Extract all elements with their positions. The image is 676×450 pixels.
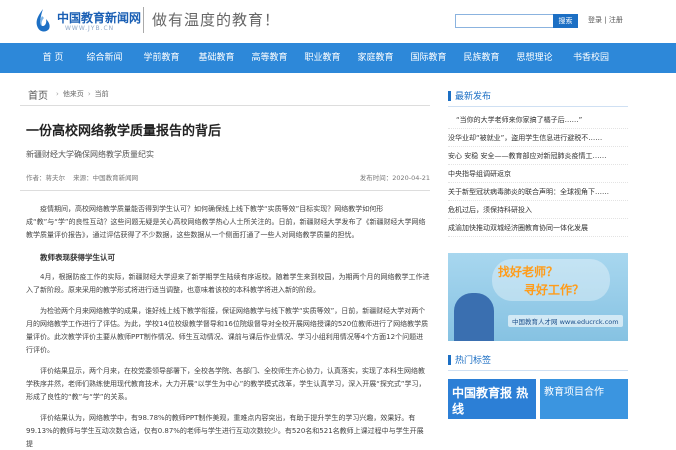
nav-theory[interactable]: 思想理论 [508, 43, 561, 73]
main-nav: 首 页 综合新闻 学前教育 基础教育 高等教育 职业教育 家庭教育 国际教育 民… [0, 43, 676, 73]
site-slogan: 做有温度的教育！ [143, 7, 280, 33]
nav-higher-edu[interactable]: 高等教育 [243, 43, 296, 73]
meta-divider [20, 190, 430, 191]
banner-person-figure [454, 293, 494, 341]
nav-ethnic[interactable]: 民族教育 [455, 43, 508, 73]
article-source: 来源：中国教育新闻网 [73, 174, 139, 182]
breadcrumb-divider [20, 105, 430, 106]
login-link[interactable]: 登录 [588, 16, 602, 24]
article-title: 一份高校网络教学质量报告的背后 [26, 124, 222, 139]
title-bar-icon [448, 354, 451, 365]
nav-basic-edu[interactable]: 基础教育 [190, 43, 243, 73]
latest-title-text: 最新发布 [455, 92, 492, 102]
tag-card[interactable]: 教育项目合作 [540, 379, 628, 419]
search-button[interactable]: 搜索 [553, 14, 578, 28]
news-item[interactable]: 关于新型冠状病毒肺炎的联合声明：全球视角下…… [448, 183, 628, 201]
latest-section-title: 最新发布 [448, 85, 628, 107]
article-paragraph: 疫情期间，高校网络教学质量能否得到学生认可？如何确保线上线下教学“实质等效”目标… [26, 205, 426, 239]
latest-news-list: “当你的大学老师来你家搞了橘子后……” 没华业却“被就业”，盗用学生信息进行避税… [448, 111, 628, 237]
site-logo[interactable]: 中国教育新闻网 WWW.JYB.CN [33, 6, 143, 36]
nav-international[interactable]: 国际教育 [402, 43, 455, 73]
sidebar: 最新发布 “当你的大学老师来你家搞了橘子后……” 没华业却“被就业”，盗用学生信… [448, 73, 628, 419]
banner-subline: 寻好工作？ [524, 283, 585, 297]
title-bar-icon [448, 90, 451, 101]
breadcrumb: 首页 › 他来页 › 当前 [20, 83, 430, 105]
news-item[interactable]: 安心 安稳 安全——教育部应对新冠肺炎疫情工…… [448, 147, 628, 165]
article-paragraph: 为检验两个月来网络教学的成果，谁好线上线下教学衔接，保证网络教学与线下教学“实质… [26, 307, 429, 354]
banner-logo: 中国教育人才网 www.educrck.com [508, 315, 623, 327]
article-date: 发布时间：2020-04-21 [359, 174, 430, 182]
news-item[interactable]: “当你的大学老师来你家搞了橘子后……” [448, 111, 628, 129]
logo-flame-icon [36, 9, 50, 32]
nav-preschool[interactable]: 学前教育 [133, 43, 190, 73]
tag-card[interactable]: 中国教育报 热线 [448, 379, 536, 419]
breadcrumb-home[interactable]: 首页 [28, 87, 48, 102]
site-header: 中国教育新闻网 WWW.JYB.CN 做有温度的教育！ 搜索 登录 | 注册 [0, 0, 676, 43]
nav-campus-reading[interactable]: 书香校园 [561, 43, 621, 73]
tag-row: 中国教育报 热线 教育项目合作 [448, 379, 628, 419]
logo-domain: WWW.JYB.CN [65, 25, 115, 32]
recruitment-banner[interactable]: 找好老师？ 寻好工作？ 中国教育人才网 www.educrck.com [448, 253, 628, 341]
breadcrumb-current: 当前 [94, 90, 109, 98]
content-area: 首页 › 他来页 › 当前 一份高校网络教学质量报告的背后 新疆财经大学确保网络… [0, 73, 676, 450]
news-item[interactable]: 危机过后，须保持科研投入 [448, 201, 628, 219]
breadcrumb-item[interactable]: 他来页 [63, 89, 84, 99]
breadcrumb-sep-icon: › [87, 90, 91, 98]
nav-news[interactable]: 综合新闻 [76, 43, 133, 73]
nav-home[interactable]: 首 页 [30, 43, 76, 73]
nav-family[interactable]: 家庭教育 [349, 43, 402, 73]
auth-links: 登录 | 注册 [588, 15, 623, 25]
article-paragraph: 4月，根据防疫工作的实际，新疆财经大学迎来了新学期学生陆续有序返校。随着学生来到… [26, 273, 430, 294]
article-author: 作者：蒋夫尔 [26, 174, 65, 182]
nav-vocational[interactable]: 职业教育 [296, 43, 349, 73]
breadcrumb-sep-icon: › [56, 90, 59, 98]
tags-section-title: 热门标签 [448, 349, 628, 371]
article-paragraph: 评价结果认为，网络教学中，有98.78%的教师PPT制作美观，重难点内容突出，有… [26, 414, 424, 448]
logo-text: 中国教育新闻网 [57, 11, 142, 25]
register-link[interactable]: 注册 [609, 16, 623, 24]
article-subtitle: 新疆财经大学确保网络教学质量纪实 [26, 150, 154, 159]
banner-headline: 找好老师？ [498, 265, 559, 279]
article-section-heading: 教师表现获得学生认可 [40, 253, 115, 262]
article-paragraph: 评价结果显示，两个月来，在校党委领导部署下，全校各学院、各部门、全校师生齐心协力… [26, 367, 426, 401]
news-item[interactable]: 中央指导组调研返京 [448, 165, 628, 183]
article-column: 首页 › 他来页 › 当前 一份高校网络教学质量报告的背后 新疆财经大学确保网络… [20, 83, 430, 450]
news-item[interactable]: 没华业却“被就业”，盗用学生信息进行避税不…… [448, 129, 628, 147]
tags-title-text: 热门标签 [455, 356, 492, 366]
auth-separator: | [604, 16, 607, 24]
article-meta: 作者：蒋夫尔 来源：中国教育新闻网 发布时间：2020-04-21 [20, 172, 430, 184]
news-item[interactable]: 成渝加快推动双城经济圈教育协同一体化发展 [448, 219, 628, 237]
